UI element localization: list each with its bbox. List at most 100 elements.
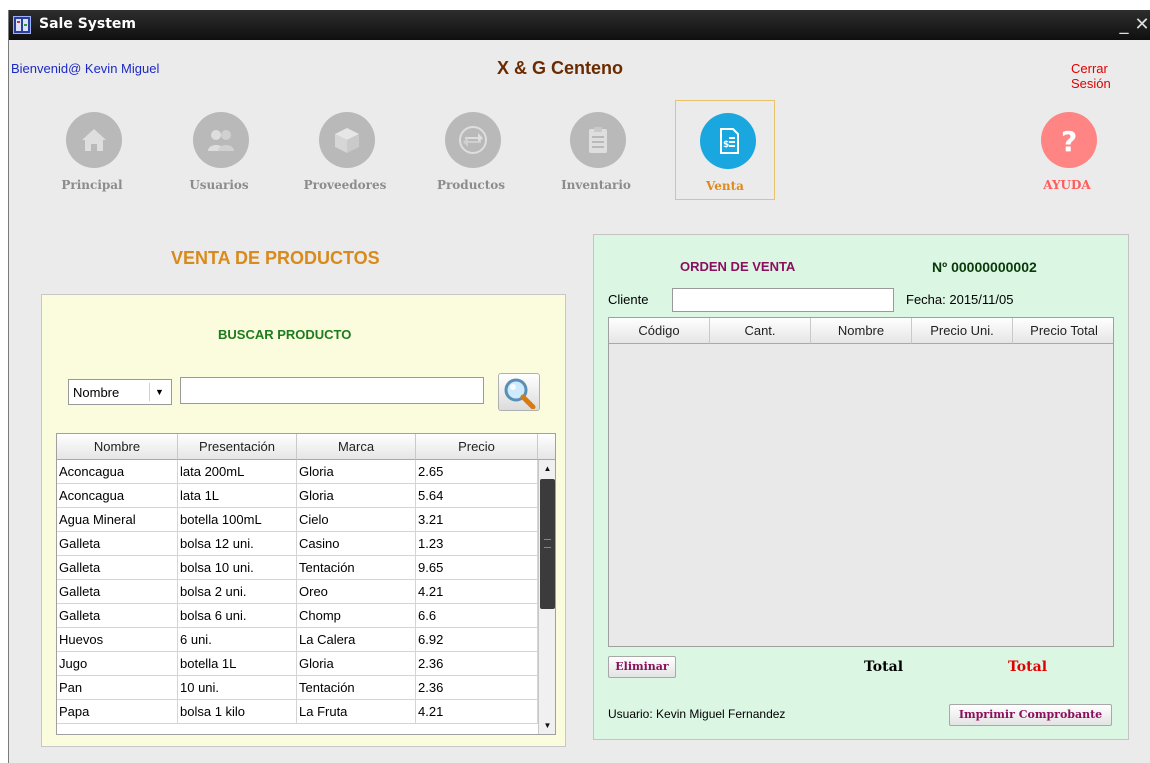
imprimir-comprobante-button[interactable]: Imprimir Comprobante xyxy=(949,704,1112,726)
nav-venta[interactable]: $ Venta xyxy=(675,100,775,200)
column-header-nombre[interactable]: Nombre xyxy=(57,434,178,460)
cell-marca: La Calera xyxy=(297,628,416,652)
nav-principal[interactable]: Principal xyxy=(42,100,142,200)
table-row[interactable]: Galleta bolsa 10 uni. Tentación 9.65 xyxy=(57,556,538,580)
cell-marca: Tentación xyxy=(297,556,416,580)
scroll-thumb[interactable] xyxy=(540,479,555,609)
nav-proveedores[interactable]: Proveedores xyxy=(295,100,395,200)
box-icon xyxy=(319,112,375,168)
cell-nombre: Galleta xyxy=(57,532,178,556)
table-row[interactable]: Agua Mineral botella 100mL Cielo 3.21 xyxy=(57,508,538,532)
scroll-up-icon[interactable]: ▲ xyxy=(539,460,555,477)
cell-nombre: Huevos xyxy=(57,628,178,652)
cell-precio: 2.65 xyxy=(416,460,538,484)
cell-precio: 9.65 xyxy=(416,556,538,580)
search-input[interactable] xyxy=(180,377,484,404)
column-header-precio-uni[interactable]: Precio Uni. xyxy=(912,318,1013,344)
section-title: VENTA DE PRODUCTOS xyxy=(171,248,380,268)
cell-nombre: Aconcagua xyxy=(57,460,178,484)
search-button[interactable] xyxy=(498,373,540,411)
scroll-down-icon[interactable]: ▼ xyxy=(539,717,555,734)
svg-text:?: ? xyxy=(1061,126,1077,154)
svg-text:$: $ xyxy=(723,140,729,150)
nav-productos[interactable]: Productos xyxy=(421,100,521,200)
cell-precio: 2.36 xyxy=(416,676,538,700)
table-row[interactable]: Galleta bolsa 6 uni. Chomp 6.6 xyxy=(57,604,538,628)
table-row[interactable]: Galleta bolsa 12 uni. Casino 1.23 xyxy=(57,532,538,556)
close-button[interactable]: ✕ xyxy=(1133,15,1150,35)
table-row[interactable]: Aconcagua lata 1L Gloria 5.64 xyxy=(57,484,538,508)
table-row[interactable]: Galleta bolsa 2 uni. Oreo 4.21 xyxy=(57,580,538,604)
cell-nombre: Galleta xyxy=(57,580,178,604)
cell-marca: Gloria xyxy=(297,652,416,676)
column-header-nombre[interactable]: Nombre xyxy=(811,318,912,344)
title-bar[interactable]: Sale System _ ✕ xyxy=(9,10,1150,40)
cell-precio: 4.21 xyxy=(416,580,538,604)
column-header-presentacion[interactable]: Presentación xyxy=(178,434,297,460)
cell-presentacion: lata 200mL xyxy=(178,460,297,484)
cell-presentacion: lata 1L xyxy=(178,484,297,508)
app-window: Sale System _ ✕ Bienvenid@ Kevin Miguel … xyxy=(8,10,1150,763)
cell-marca: Gloria xyxy=(297,484,416,508)
products-table[interactable]: Nombre Presentación Marca Precio Aconcag… xyxy=(56,433,556,735)
logout-link[interactable]: Cerrar Sesión xyxy=(1071,61,1150,91)
column-header-marca[interactable]: Marca xyxy=(297,434,416,460)
users-icon xyxy=(193,112,249,168)
table-row[interactable]: Pan 10 uni. Tentación 2.36 xyxy=(57,676,538,700)
nav-label: Productos xyxy=(436,178,506,192)
cell-nombre: Agua Mineral xyxy=(57,508,178,532)
eliminar-button[interactable]: Eliminar xyxy=(608,656,676,678)
filter-selected: Nombre xyxy=(73,385,120,400)
table-row[interactable]: Aconcagua lata 200mL Gloria 2.65 xyxy=(57,460,538,484)
magnifier-icon xyxy=(504,378,536,409)
nav-label: Venta xyxy=(706,179,744,193)
total-value: Total xyxy=(1008,659,1048,675)
order-number: Nº 00000000002 xyxy=(932,259,1037,275)
fecha-label: Fecha: 2015/11/05 xyxy=(906,292,1014,307)
cell-nombre: Aconcagua xyxy=(57,484,178,508)
company-title: X & G Centeno xyxy=(497,58,624,78)
minimize-button[interactable]: _ xyxy=(1116,15,1132,35)
cell-marca: Casino xyxy=(297,532,416,556)
table-row[interactable]: Huevos 6 uni. La Calera 6.92 xyxy=(57,628,538,652)
cell-presentacion: 6 uni. xyxy=(178,628,297,652)
cell-precio: 2.36 xyxy=(416,652,538,676)
nav-label: Inventario xyxy=(561,178,631,192)
cell-precio: 5.64 xyxy=(416,484,538,508)
cell-precio: 4.21 xyxy=(416,700,538,724)
table-row[interactable]: Jugo botella 1L Gloria 2.36 xyxy=(57,652,538,676)
nav-usuarios[interactable]: Usuarios xyxy=(169,100,269,200)
chevron-down-icon: ▼ xyxy=(149,383,169,401)
cell-marca: Tentación xyxy=(297,676,416,700)
cliente-input[interactable] xyxy=(672,288,894,312)
order-table[interactable]: Código Cant. Nombre Precio Uni. Precio T… xyxy=(608,317,1114,647)
cell-marca: Oreo xyxy=(297,580,416,604)
column-header-corner xyxy=(538,434,555,460)
cell-presentacion: botella 100mL xyxy=(178,508,297,532)
cell-precio: 3.21 xyxy=(416,508,538,532)
transfer-icon xyxy=(445,112,501,168)
cell-presentacion: bolsa 1 kilo xyxy=(178,700,297,724)
home-icon xyxy=(66,112,122,168)
cell-marca: Gloria xyxy=(297,460,416,484)
nav-inventario[interactable]: Inventario xyxy=(546,100,646,200)
window-title: Sale System xyxy=(39,16,137,32)
app-icon xyxy=(13,16,31,34)
cell-presentacion: 10 uni. xyxy=(178,676,297,700)
nav-label: Usuarios xyxy=(189,178,249,192)
cliente-label: Cliente xyxy=(608,292,649,307)
column-header-codigo[interactable]: Código xyxy=(609,318,710,344)
products-scrollbar[interactable]: ▲ ▼ xyxy=(538,460,555,734)
cell-nombre: Pan xyxy=(57,676,178,700)
column-header-precio[interactable]: Precio xyxy=(416,434,538,460)
table-row[interactable]: Papa bolsa 1 kilo La Fruta 4.21 xyxy=(57,700,538,724)
filter-combo[interactable]: Nombre ▼ xyxy=(68,379,172,405)
usuario-label: Usuario: Kevin Miguel Fernandez xyxy=(608,707,786,721)
nav-label: AYUDA xyxy=(1043,178,1091,192)
cell-marca: La Fruta xyxy=(297,700,416,724)
cell-nombre: Jugo xyxy=(57,652,178,676)
cell-nombre: Galleta xyxy=(57,604,178,628)
column-header-cant[interactable]: Cant. xyxy=(710,318,811,344)
nav-ayuda[interactable]: ? AYUDA xyxy=(1017,100,1117,200)
column-header-precio-total[interactable]: Precio Total xyxy=(1013,318,1113,344)
